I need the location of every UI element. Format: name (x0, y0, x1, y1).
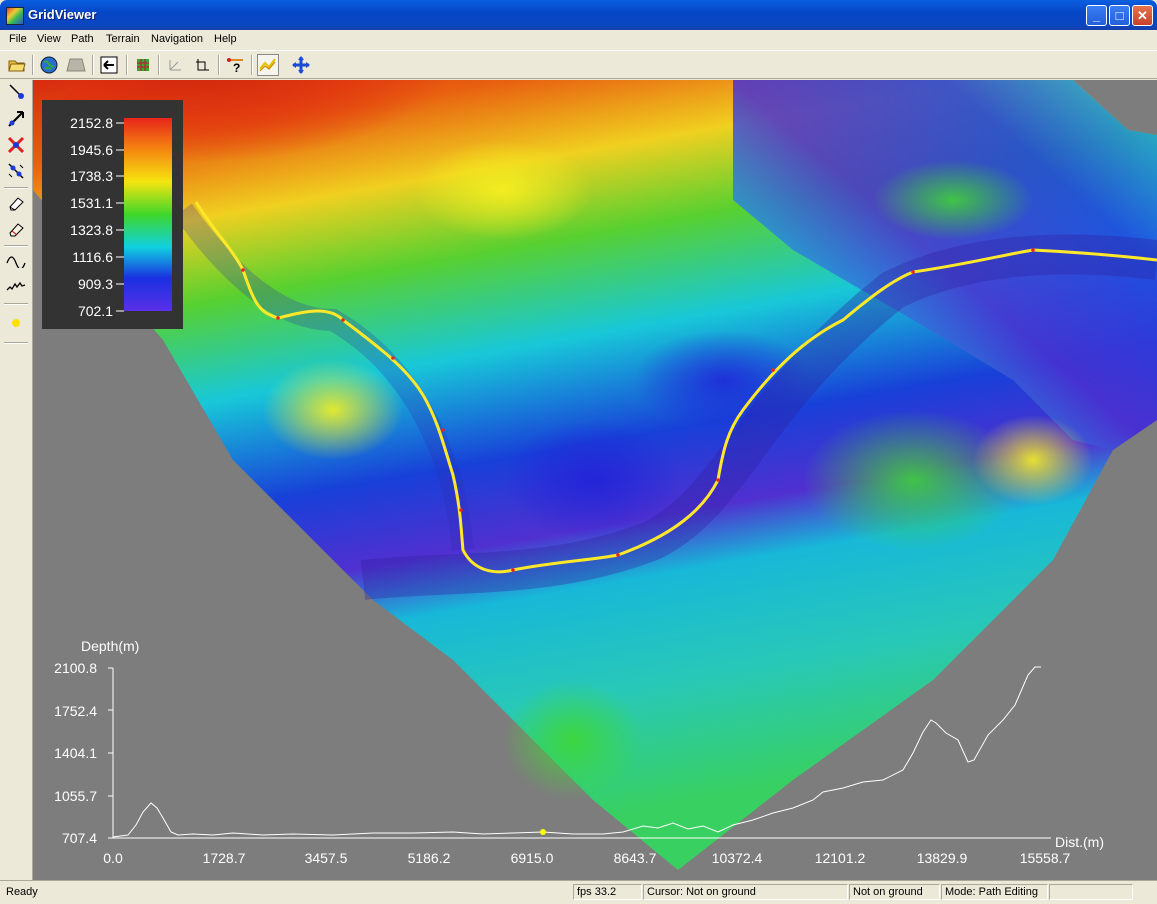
status-extra (1049, 884, 1133, 900)
profile-x-tick: 1728.7 (203, 850, 246, 866)
path-vertex[interactable] (341, 318, 345, 322)
status-ready: Ready (6, 886, 38, 898)
tool-sidebar (0, 80, 33, 880)
terrain-viewport[interactable]: 2152.8 1945.6 1738.3 1531.1 1323.8 1116.… (33, 80, 1157, 880)
path-vertex[interactable] (459, 508, 463, 512)
path-profile-icon[interactable] (257, 54, 279, 76)
jagged-curve-icon[interactable] (5, 276, 27, 298)
eraser-all-icon[interactable] (5, 218, 27, 240)
path-vertex[interactable] (716, 478, 720, 482)
move-cross-icon[interactable] (290, 54, 312, 76)
app-icon (6, 7, 24, 25)
legend-label: 1323.8 (70, 222, 113, 238)
marker-dot-icon[interactable] (5, 312, 27, 334)
legend-label: 1531.1 (70, 195, 113, 211)
eraser-icon[interactable] (5, 192, 27, 214)
toolbar: ? (0, 50, 1157, 79)
title-bar: GridViewer _ □ ✕ (0, 0, 1157, 30)
profile-x-tick: 6915.0 (511, 850, 554, 866)
path-vertex[interactable] (276, 316, 280, 320)
menu-bar: File View Path Terrain Navigation Help (0, 30, 1157, 49)
elevation-profile: Depth(m) Dist.(m) 2100.8 1752.4 1404.1 1… (54, 638, 1104, 866)
profile-y-tick: 1404.1 (54, 745, 97, 761)
path-vertex[interactable] (441, 428, 445, 432)
path-query-icon[interactable]: ? (224, 54, 246, 76)
legend-label: 2152.8 (70, 115, 113, 131)
profile-x-tick: 0.0 (103, 850, 123, 866)
profile-x-tick: 10372.4 (712, 850, 763, 866)
menu-view[interactable]: View (37, 33, 61, 45)
path-vertex[interactable] (241, 268, 245, 272)
legend-label: 1738.3 (70, 168, 113, 184)
legend-label: 1116.6 (72, 249, 113, 265)
profile-x-axis-label: Dist.(m) (1055, 834, 1104, 850)
profile-line (112, 666, 1041, 838)
path-vertex[interactable] (771, 368, 775, 372)
status-cursor: Cursor: Not on ground (643, 884, 848, 900)
axis-corner-icon[interactable] (191, 54, 213, 76)
path-vertex[interactable] (391, 356, 395, 360)
menu-help[interactable]: Help (214, 33, 237, 45)
status-bar: Ready fps 33.2 Cursor: Not on ground Not… (0, 880, 1157, 904)
path-vertex[interactable] (911, 270, 915, 274)
status-fps: fps 33.2 (573, 884, 642, 900)
path-vertex[interactable] (1031, 248, 1035, 252)
legend-label: 1945.6 (70, 142, 113, 158)
profile-y-tick: 1055.7 (54, 788, 97, 804)
profile-x-tick: 3457.5 (305, 850, 348, 866)
globe-icon[interactable] (38, 54, 60, 76)
menu-terrain[interactable]: Terrain (106, 33, 140, 45)
status-ground: Not on ground (849, 884, 940, 900)
move-point-icon[interactable] (5, 108, 27, 130)
open-folder-icon[interactable] (6, 54, 28, 76)
path-vertex[interactable] (616, 553, 620, 557)
profile-x-tick: 15558.7 (1020, 850, 1071, 866)
path-vertex[interactable] (511, 568, 515, 572)
profile-y-axis-label: Depth(m) (81, 638, 139, 654)
maximize-button[interactable]: □ (1109, 5, 1130, 26)
profile-x-tick: 12101.2 (815, 850, 866, 866)
minimize-button[interactable]: _ (1086, 5, 1107, 26)
merge-points-icon[interactable] (5, 160, 27, 182)
menu-file[interactable]: File (9, 33, 27, 45)
close-button[interactable]: ✕ (1132, 5, 1153, 26)
legend-label: 909.3 (78, 276, 113, 292)
legend-label: 702.1 (78, 303, 113, 319)
menu-path[interactable]: Path (71, 33, 94, 45)
profile-y-tick: 707.4 (62, 830, 97, 846)
window-title: GridViewer (28, 7, 97, 22)
menu-navigation[interactable]: Navigation (151, 33, 203, 45)
legend-color-bar (124, 118, 172, 311)
profile-x-tick: 13829.9 (917, 850, 968, 866)
delete-point-icon[interactable] (5, 134, 27, 156)
elevation-legend: 2152.8 1945.6 1738.3 1531.1 1323.8 1116.… (42, 100, 183, 329)
profile-y-tick: 2100.8 (54, 660, 97, 676)
status-mode: Mode: Path Editing (941, 884, 1048, 900)
profile-position-marker (540, 829, 546, 835)
svg-text:?: ? (233, 61, 240, 74)
profile-x-tick: 5186.2 (408, 850, 451, 866)
add-point-icon[interactable] (5, 80, 27, 102)
axis-icon[interactable] (164, 54, 186, 76)
smooth-curve-icon[interactable] (5, 250, 27, 272)
profile-x-tick: 8643.7 (614, 850, 657, 866)
terrain-flat-icon[interactable] (65, 54, 87, 76)
profile-y-tick: 1752.4 (54, 703, 97, 719)
back-arrow-icon[interactable] (98, 54, 120, 76)
grid-icon[interactable] (132, 54, 154, 76)
